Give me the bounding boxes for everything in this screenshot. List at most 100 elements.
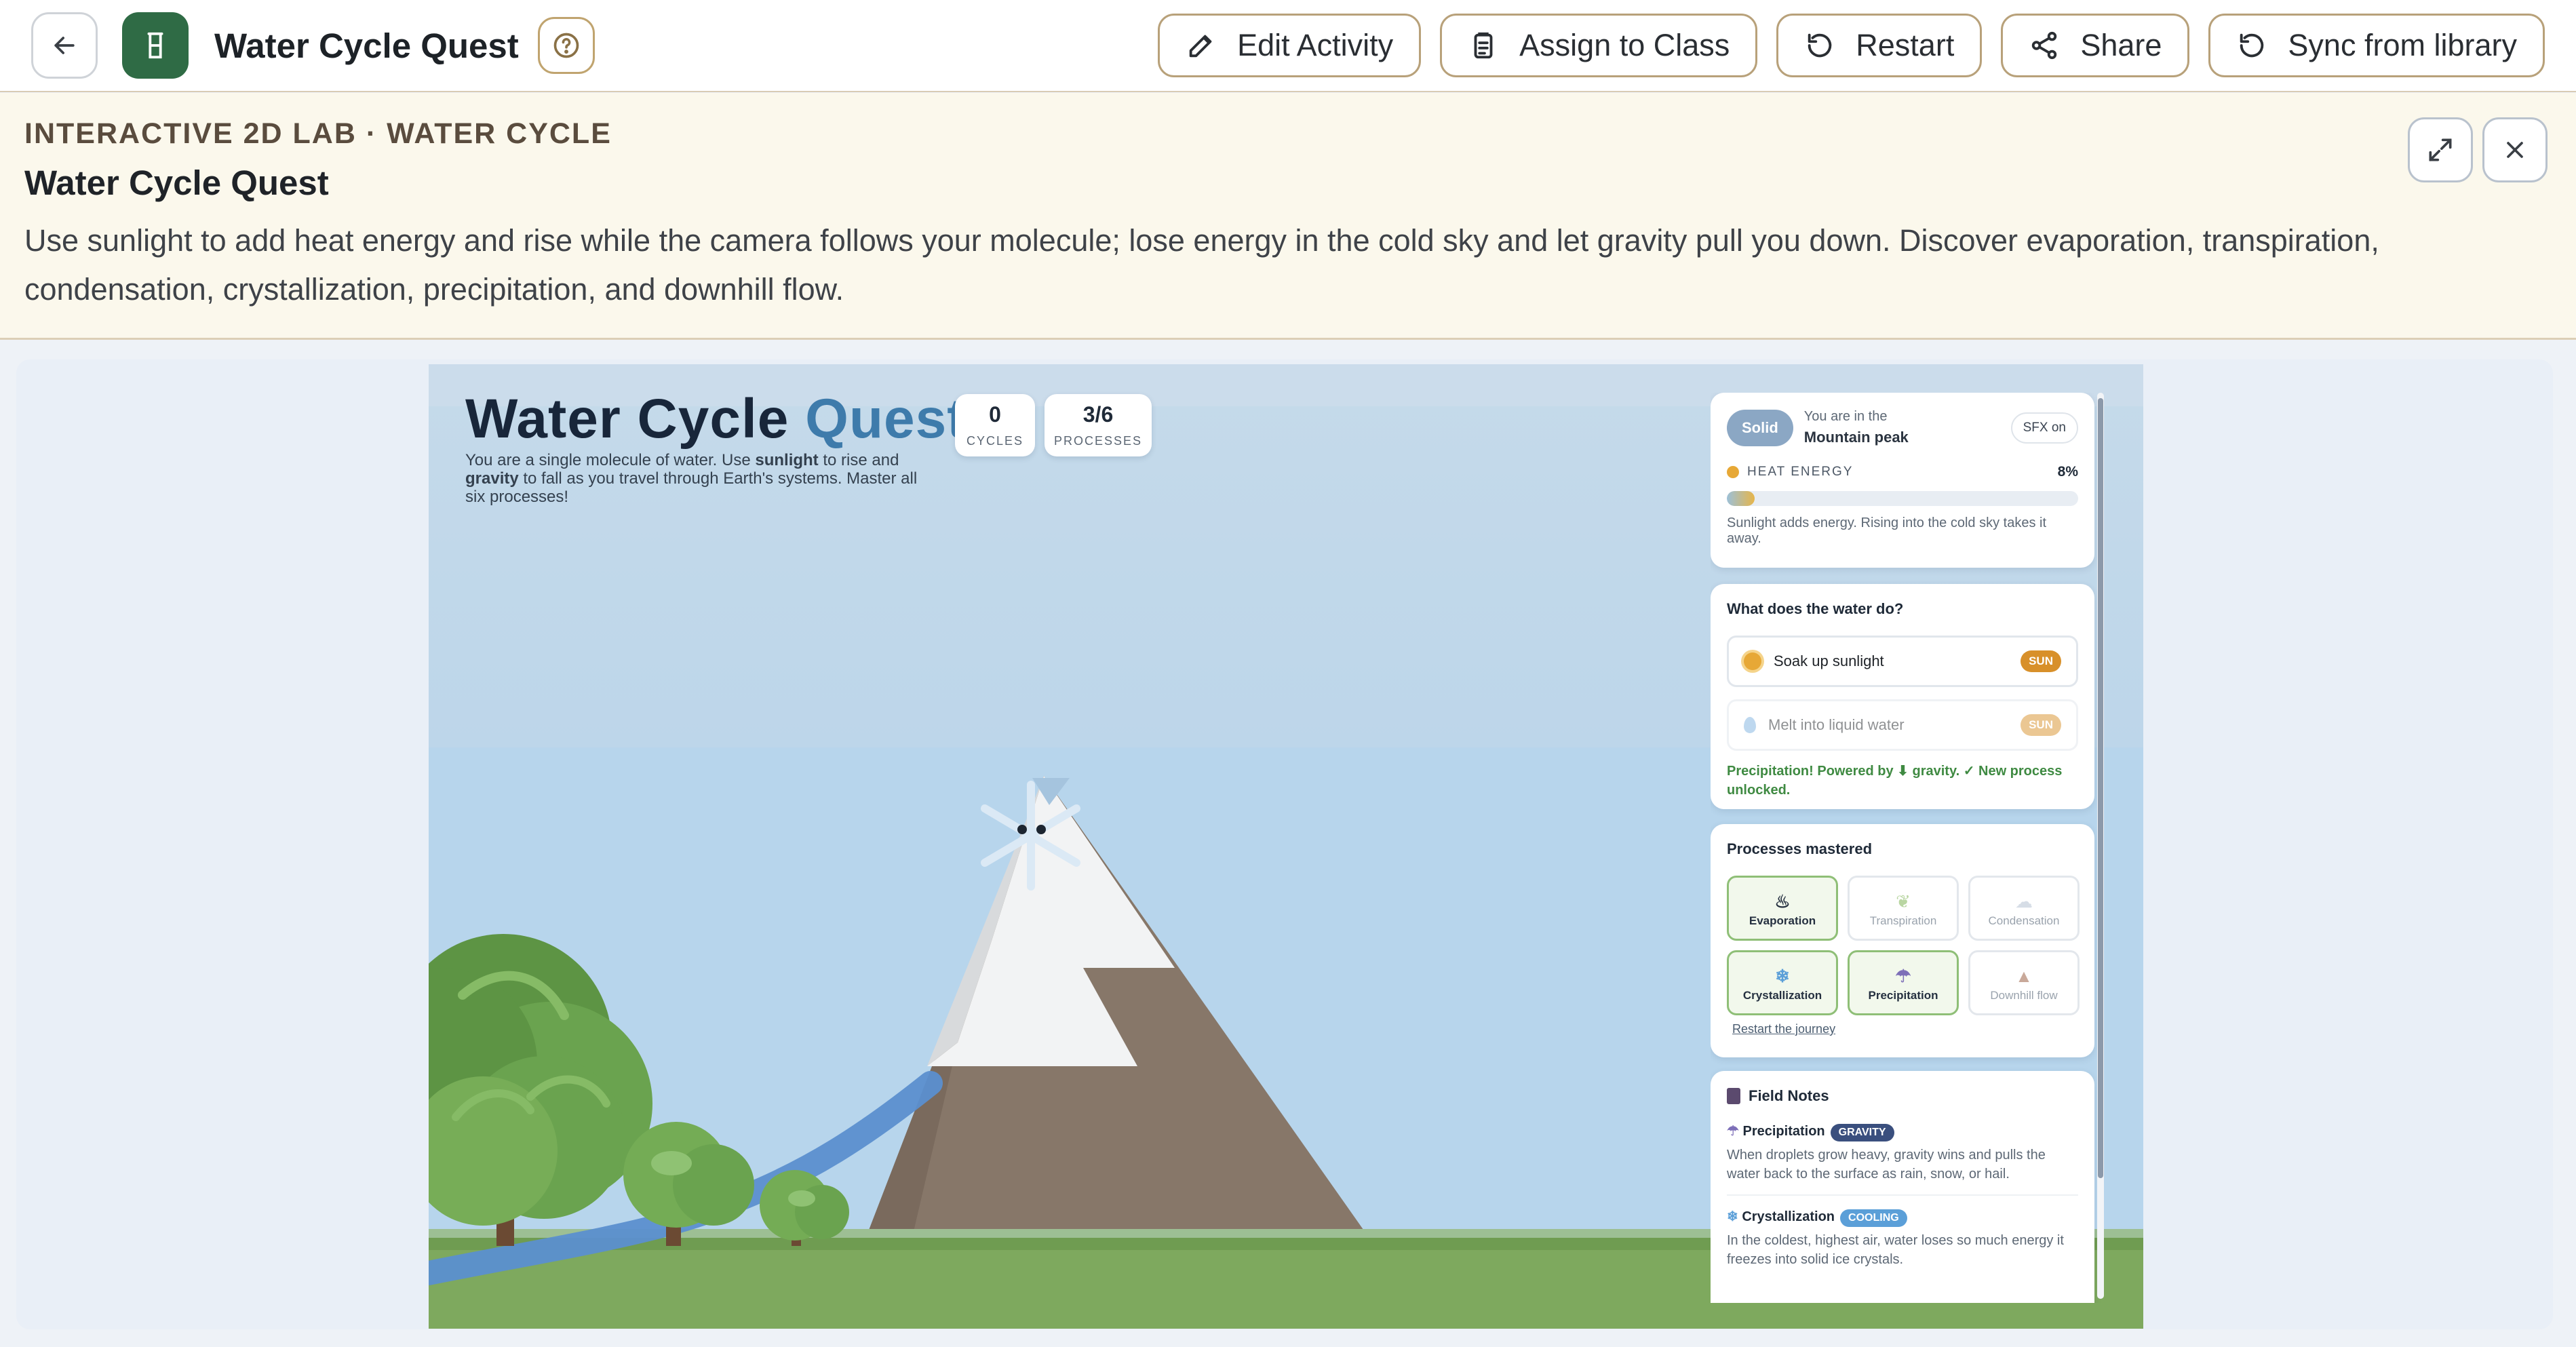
snowflake-icon: ❄ [1775,966,1790,986]
process-transpiration: ❦ Transpiration [1848,876,1959,941]
note-text: When droplets grow heavy, gravity wins a… [1727,1148,2046,1182]
edit-activity-button[interactable]: Edit Activity [1158,14,1422,77]
processes-card: Processes mastered ♨ Evaporation ❦ Transpi… [1711,824,2094,1057]
assign-to-class-label: Assign to Class [1519,28,1730,62]
intro-text-2: to rise and [818,451,899,469]
rain-cloud-icon: ☂ [1895,966,1911,986]
feedback-message: Precipitation! Powered by ⬇ gravity. ✓ N… [1727,764,2063,798]
beaker-icon [147,32,163,59]
cloud-icon: ☁ [2015,891,2033,912]
field-notes-card: Field Notes ☂ Precipitation GRAVITY When … [1711,1071,2094,1303]
share-label: Share [2080,28,2162,62]
game-intro: You are a single molecule of water. Use … [465,451,940,506]
melt-option[interactable]: Melt into liquid water SUN [1727,699,2078,751]
process-crystallization: ❄ Crystallization [1727,950,1838,1015]
activity-title: Water Cycle Quest [24,163,329,202]
sun-tag: SUN [2021,714,2061,736]
cycles-counter: 0 CYCLES [955,394,1035,456]
process-label: Crystallization [1742,989,1822,1002]
rain-cloud-icon: ☂ [1727,1124,1739,1139]
process-evaporation: ♨ Evaporation [1727,876,1838,941]
process-label: Downhill flow [1990,989,2058,1002]
back-button[interactable] [31,12,98,79]
snowflake-icon: ❄ [1727,1209,1738,1224]
processes-label: PROCESSES [1053,434,1143,448]
restart-button[interactable]: Restart [1776,14,1983,77]
sun-icon [1727,466,1739,478]
note-text: In the coldest, highest air, water loses… [1727,1233,2064,1267]
help-button[interactable] [537,17,595,74]
field-notes-heading: Field Notes [1749,1087,1829,1104]
heat-hint: Sunlight adds energy. Rising into the co… [1727,515,2046,546]
note-crystallization: ❄ Crystallization COOLING In the coldest,… [1727,1194,2078,1269]
process-grid: ♨ Evaporation ❦ Transpiration ☁ Condensatio… [1727,876,2080,1015]
share-button[interactable]: Share [2001,14,2190,77]
game-title-accent: Quest [805,388,967,450]
process-downhill-flow: ▲ Downhill flow [1968,950,2080,1015]
sync-from-library-button[interactable]: Sync from library [2208,14,2545,77]
option-label: Soak up sunlight [1774,652,1884,669]
droplet-icon [1744,717,1756,733]
edit-activity-label: Edit Activity [1237,28,1394,62]
process-label: Transpiration [1869,914,1937,927]
app-title: Water Cycle Quest [214,26,519,65]
share-icon [2032,31,2057,60]
activity-banner: INTERACTIVE 2D LAB · WATER CYCLE Water C… [0,93,2576,340]
edit-icon [1189,35,1212,58]
cycles-label: CYCLES [966,434,1024,448]
expand-button[interactable] [2408,117,2473,182]
heat-bar [1727,491,2078,506]
close-icon [2507,142,2523,158]
restart-journey-link[interactable]: Restart the journey [1732,1022,2078,1036]
header-actions: Edit Activity Assign to Class Restart Sh… [1158,14,2545,77]
cycles-value: 0 [989,402,1001,427]
close-button[interactable] [2482,117,2548,182]
restart-label: Restart [1856,28,1955,62]
arrow-left-icon [54,37,75,54]
activity-description: Use sunlight to add heat energy and rise… [24,223,2379,307]
sync-from-library-label: Sync from library [2288,28,2517,62]
expand-icon [2429,138,2452,161]
heat-value: 8% [2057,464,2078,480]
side-panel: Solid You are in the Mountain peak SFX o… [1711,393,2101,1303]
process-precipitation: ☂ Precipitation [1848,950,1959,1015]
assign-to-class-button[interactable]: Assign to Class [1440,14,1758,77]
note-precipitation: ☂ Precipitation GRAVITY When droplets gro… [1727,1122,2078,1184]
processes-heading: Processes mastered [1727,840,1873,857]
heat-bar-fill [1727,491,1755,506]
note-title: Precipitation [1742,1124,1825,1139]
sfx-toggle[interactable]: SFX on [2010,412,2078,444]
clipboard-icon [1474,32,1493,59]
restart-icon [1808,33,1832,58]
gravity-tag: GRAVITY [1830,1124,1894,1141]
actions-heading: What does the water do? [1727,600,1904,617]
mountain [863,776,1375,1246]
process-label: Evaporation [1749,914,1816,927]
process-label: Precipitation [1868,989,1938,1002]
game-title-main: Water Cycle [465,388,789,450]
sync-icon [2240,33,2264,58]
intro-text-3: to fall as you travel through Earth's sy… [465,469,918,506]
cooling-tag: COOLING [1840,1209,1907,1227]
notebook-icon [1727,1088,1740,1104]
sun-icon [1744,652,1761,670]
actions-card: What does the water do? Soak up sunlight… [1711,584,2094,809]
panel-scrollbar-thumb[interactable] [2098,398,2103,1178]
state-card: Solid You are in the Mountain peak SFX o… [1711,393,2094,568]
game-canvas[interactable]: Water Cycle Quest You are a single molec… [429,364,2143,1329]
soak-sunlight-option[interactable]: Soak up sunlight SUN [1727,636,2078,687]
process-label: Condensation [1988,914,2060,927]
sun-tag: SUN [2021,650,2061,672]
process-condensation: ☁ Condensation [1968,876,2080,941]
hill-icon: ▲ [2015,966,2033,986]
app-logo [122,12,189,79]
heat-label: HEAT ENERGY [1747,465,1854,479]
activity-kicker: INTERACTIVE 2D LAB · WATER CYCLE [24,117,612,150]
evaporation-icon: ♨ [1774,891,1791,912]
intro-sunlight: sunlight [755,451,819,469]
processes-counter: 3/6 PROCESSES [1045,394,1152,456]
option-label: Melt into liquid water [1768,716,1905,733]
app-header: Water Cycle Quest Edit Activity Assign t… [0,0,2576,92]
note-title: Crystallization [1742,1209,1835,1224]
intro-text-1: You are a single molecule of water. Use [465,451,756,469]
